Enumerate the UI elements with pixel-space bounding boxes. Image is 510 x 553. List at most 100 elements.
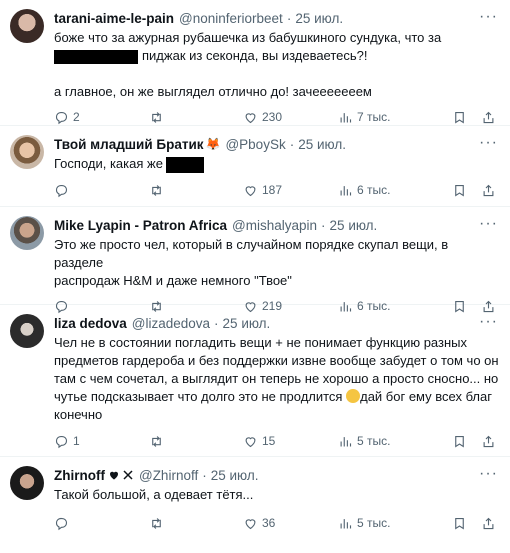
retweet-button[interactable]	[149, 110, 243, 125]
separator-dot: ·	[214, 315, 219, 331]
retweet-button[interactable]	[149, 434, 243, 449]
tweet-text: Чел не в состоянии погладить вещи + не п…	[54, 334, 500, 424]
reply-button[interactable]: 2	[54, 110, 149, 125]
tweet-line: Это же просто чел, который в случайном п…	[54, 237, 449, 270]
views-button[interactable]: 5 тыс.	[338, 434, 432, 449]
tweet[interactable]: Zhirnoff @Zhirnoff · 25 июл. ··· Такой б…	[0, 457, 510, 553]
tweet-text: Это же просто чел, который в случайном п…	[54, 236, 500, 290]
tweet-header: Mike Lyapin - Patron Africa @mishalyapin…	[54, 215, 500, 235]
tweet-feed: tarani-aime-le-pain @noninferiorbeet · 2…	[0, 0, 510, 553]
bookmark-icon[interactable]	[452, 434, 467, 449]
avatar[interactable]	[10, 314, 44, 348]
author-name[interactable]: Твой младший Братик	[54, 137, 204, 152]
tweet-time[interactable]: 25 июл.	[298, 137, 346, 152]
share-icon[interactable]	[481, 434, 496, 449]
author-name[interactable]: Zhirnoff	[54, 468, 105, 483]
avatar[interactable]	[10, 9, 44, 43]
share-icon[interactable]	[481, 110, 496, 125]
reply-button[interactable]	[54, 183, 149, 198]
separator-dot: ·	[202, 467, 207, 483]
author-handle[interactable]: @lizadedova	[132, 316, 210, 331]
views-button[interactable]: 5 тыс.	[338, 516, 432, 531]
author-handle[interactable]: @PboySk	[225, 137, 285, 152]
like-button[interactable]: 15	[243, 434, 338, 449]
smiling-emoji-icon	[346, 389, 361, 403]
tweet-time[interactable]: 25 июл.	[330, 218, 378, 233]
tweet[interactable]: liza dedova @lizadedova · 25 июл. ··· Че…	[0, 305, 510, 457]
author-name[interactable]: Mike Lyapin - Patron Africa	[54, 218, 227, 233]
tweet-header: tarani-aime-le-pain @noninferiorbeet · 2…	[54, 8, 500, 28]
tweet-line-wrap: Господи, какая же	[54, 155, 500, 173]
tweet-time[interactable]: 25 июл.	[211, 468, 259, 483]
reply-button[interactable]: 1	[54, 434, 149, 449]
reply-icon	[55, 184, 68, 197]
tweet-time[interactable]: 25 июл.	[295, 11, 343, 26]
tweet-actions: 1 15 5 тыс.	[54, 432, 500, 450]
tweet-line: дай бог ему всех благ	[360, 389, 492, 404]
share-icon[interactable]	[481, 183, 496, 198]
tweet-line-wrap: пиджак из секонда, вы издеваетесь?!	[54, 47, 500, 65]
author-name[interactable]: liza dedova	[54, 316, 127, 331]
like-button[interactable]: 187	[243, 183, 338, 198]
more-options-icon[interactable]: ···	[479, 215, 498, 233]
avatar[interactable]	[10, 135, 44, 169]
bookmark-icon[interactable]	[452, 110, 467, 125]
tweet-text: боже что за ажурная рубашечка из бабушки…	[54, 29, 500, 101]
more-options-icon[interactable]: ···	[479, 8, 498, 26]
reply-icon	[55, 111, 68, 124]
more-options-icon[interactable]: ···	[479, 465, 498, 483]
more-options-icon[interactable]: ···	[479, 313, 498, 331]
separator-dot: ·	[286, 10, 292, 26]
heart-icon	[245, 518, 256, 529]
retweet-button[interactable]	[149, 516, 243, 531]
reply-count: 1	[73, 434, 80, 448]
tweet-line: там с чем сочетал, а выглядит он теперь …	[54, 371, 499, 386]
view-count: 6 тыс.	[357, 183, 391, 197]
avatar[interactable]	[10, 216, 44, 250]
more-options-icon[interactable]: ···	[479, 134, 498, 152]
tweet-line: Господи, какая же	[54, 156, 163, 171]
separator-dot: ·	[321, 217, 326, 233]
tweet-header: Твой младший Братик 🦊 @PboySk · 25 июл.	[54, 134, 500, 154]
like-button[interactable]: 36	[243, 516, 338, 531]
tweet-time[interactable]: 25 июл.	[223, 316, 271, 331]
views-icon	[340, 185, 352, 195]
author-handle[interactable]: @Zhirnoff	[139, 468, 198, 483]
author-name[interactable]: tarani-aime-le-pain	[54, 11, 174, 26]
view-count: 5 тыс.	[357, 434, 391, 448]
share-icon[interactable]	[481, 516, 496, 531]
author-handle[interactable]: @noninferiorbeet	[179, 11, 283, 26]
views-button[interactable]: 6 тыс.	[338, 183, 432, 198]
tweet-line: Чел не в состоянии погладить вещи + не п…	[54, 335, 468, 350]
tweet-text: Такой большой, а одевает тётя...	[54, 486, 500, 504]
tweet-extra-actions	[452, 434, 496, 449]
tweet-line: боже что за ажурная рубашечка из бабушки…	[54, 30, 442, 45]
avatar[interactable]	[10, 466, 44, 500]
heart-icon	[245, 112, 256, 123]
retweet-icon	[152, 111, 161, 123]
tweet-line: а главное, он же выглядел отлично до! за…	[54, 84, 372, 99]
x-logo-icon	[123, 470, 133, 480]
bookmark-icon[interactable]	[452, 183, 467, 198]
retweet-icon	[152, 184, 161, 196]
tweet-line: предметов гардероба и без поддержки извн…	[54, 353, 499, 368]
views-button[interactable]: 7 тыс.	[338, 110, 432, 125]
tweet-header: Zhirnoff @Zhirnoff · 25 июл.	[54, 465, 500, 485]
author-handle[interactable]: @mishalyapin	[232, 218, 317, 233]
bookmark-icon[interactable]	[452, 516, 467, 531]
tweet[interactable]: Mike Lyapin - Patron Africa @mishalyapin…	[0, 207, 510, 313]
tweet-extra-actions	[452, 183, 496, 198]
heart-icon	[245, 185, 256, 196]
like-count: 230	[262, 110, 283, 124]
retweet-button[interactable]	[149, 183, 243, 198]
views-icon	[340, 518, 352, 528]
tweet-line: чутье подсказывает что долго это не прод…	[54, 389, 343, 404]
like-button[interactable]: 230	[243, 110, 338, 125]
reply-button[interactable]	[54, 516, 149, 531]
reply-icon	[55, 435, 68, 448]
tweet[interactable]: tarani-aime-le-pain @noninferiorbeet · 2…	[0, 0, 510, 126]
tweet-actions: 36 5 тыс.	[54, 514, 500, 532]
tweet[interactable]: Твой младший Братик 🦊 @PboySk · 25 июл. …	[0, 126, 510, 207]
verified-badges	[108, 469, 134, 481]
like-count: 187	[262, 183, 283, 197]
